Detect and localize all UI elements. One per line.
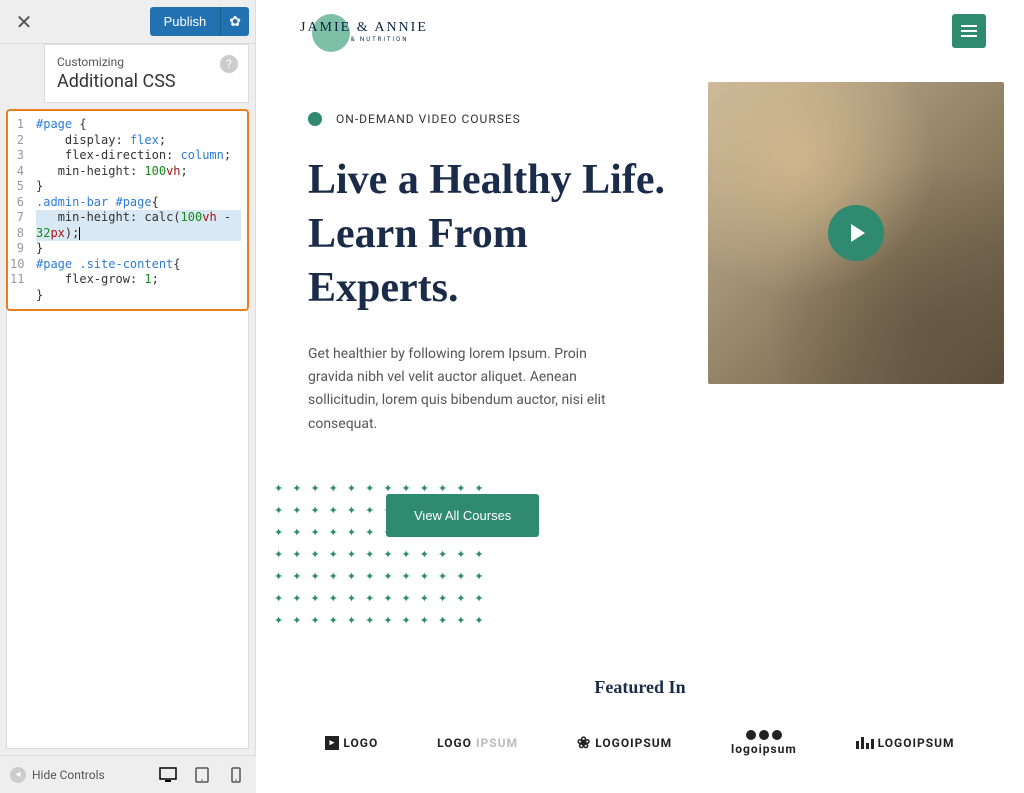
hero-video-thumbnail[interactable] (708, 82, 1004, 384)
partner-logo: ▸LOGO (325, 736, 378, 750)
partner-logo: ❀LOGOIPSUM (577, 733, 672, 752)
css-editor[interactable]: 1234567891011 #page { display: flex; fle… (6, 109, 249, 311)
gear-icon: ✿ (229, 13, 241, 29)
logos-row: ▸LOGO LOGOIPSUM ❀LOGOIPSUM logoipsum LOG… (256, 730, 1024, 756)
partner-logo: LOGOIPSUM (437, 736, 518, 750)
desktop-preview-button[interactable] (158, 765, 178, 785)
customizer-topbar: ✕ Publish ✿ (0, 0, 255, 44)
panel-header: Customizing Additional CSS ? (44, 44, 249, 103)
line-gutter: 1234567891011 (10, 113, 34, 307)
device-preview-bar: ◂ Hide Controls (0, 755, 256, 793)
tablet-preview-button[interactable] (192, 765, 212, 785)
partner-logo: LOGOIPSUM (856, 736, 955, 750)
hamburger-icon (961, 30, 977, 32)
featured-section: Featured In ▸LOGO LOGOIPSUM ❀LOGOIPSUM l… (256, 677, 1024, 756)
site-logo[interactable]: JAMIE & ANNIE HEALTH & NUTRITION (294, 20, 428, 43)
site-header: JAMIE & ANNIE HEALTH & NUTRITION (256, 0, 1024, 62)
eyebrow: ON-DEMAND VIDEO COURSES (308, 112, 678, 126)
menu-toggle-button[interactable] (952, 14, 986, 48)
panel-title: Additional CSS (57, 71, 236, 92)
help-icon[interactable]: ? (220, 55, 238, 73)
partner-logo: logoipsum (731, 730, 797, 756)
mobile-preview-button[interactable] (226, 765, 246, 785)
publish-settings-button[interactable]: ✿ (220, 7, 249, 36)
site-preview: JAMIE & ANNIE HEALTH & NUTRITION ON-DEMA… (256, 0, 1024, 793)
collapse-icon: ◂ (10, 767, 26, 783)
play-icon (828, 205, 884, 261)
hide-controls-button[interactable]: ◂ Hide Controls (10, 767, 150, 783)
code-content[interactable]: #page { display: flex; flex-direction: c… (34, 113, 245, 307)
publish-button[interactable]: Publish (150, 7, 221, 36)
hero-description: Get healthier by following lorem Ipsum. … (308, 343, 608, 435)
hero-title: Live a Healthy Life. Learn From Experts. (308, 154, 678, 315)
close-customizer-button[interactable]: ✕ (6, 4, 42, 40)
decorative-dot-grid: ✦✦✦✦✦✦✦✦✦✦✦✦✦✦✦✦✦✦✦✦✦✦✦✦✦✦✦✦✦✦✦✦✦✦✦✦✦✦✦✦… (274, 482, 454, 636)
hero-section: ON-DEMAND VIDEO COURSES Live a Healthy L… (256, 62, 1024, 537)
accent-dot-icon (308, 112, 322, 126)
customizing-label: Customizing (57, 55, 236, 69)
customizer-sidebar: ✕ Publish ✿ ❮ Customizing Additional CSS… (0, 0, 256, 755)
featured-title: Featured In (256, 677, 1024, 698)
